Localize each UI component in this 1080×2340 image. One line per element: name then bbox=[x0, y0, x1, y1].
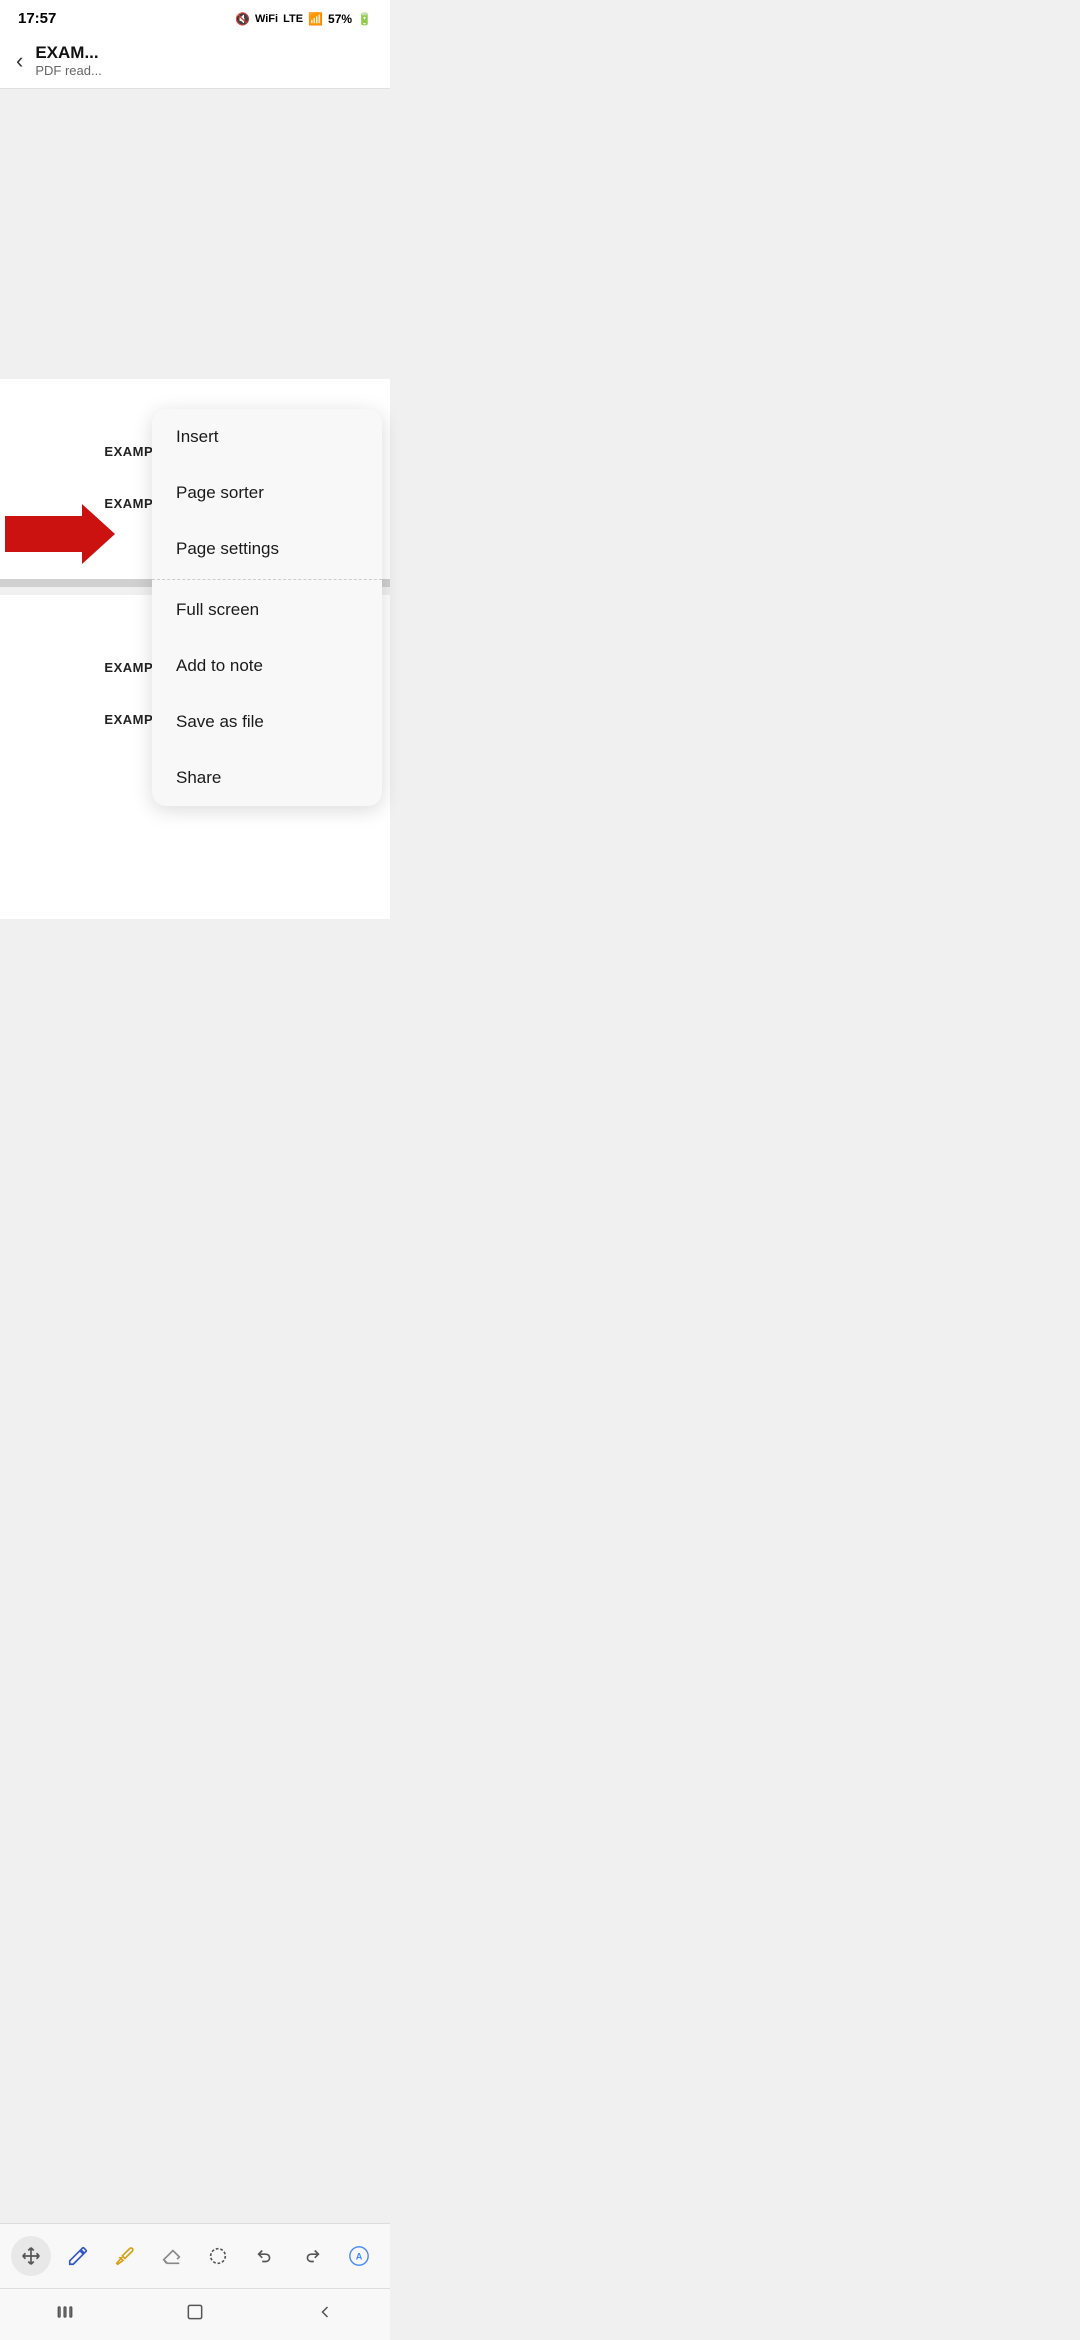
move-icon bbox=[20, 2245, 42, 2267]
move-button[interactable] bbox=[11, 2236, 51, 2276]
menu-divider bbox=[152, 579, 382, 580]
highlighter-icon bbox=[114, 2245, 136, 2267]
menu-item-insert[interactable]: Insert bbox=[152, 409, 382, 465]
menu-item-share[interactable]: Share bbox=[152, 750, 382, 806]
system-back-button[interactable] bbox=[307, 2294, 343, 2336]
battery-icon: 🔋 bbox=[357, 12, 372, 26]
document-area: Insert Page sorter Page settings Full sc… bbox=[0, 379, 390, 979]
battery-percent: 57% bbox=[328, 12, 352, 26]
document-title: EXAM... bbox=[35, 43, 101, 63]
pen-button[interactable] bbox=[58, 2236, 98, 2276]
text-button[interactable]: A bbox=[339, 2236, 379, 2276]
mute-icon: 🔇 bbox=[235, 12, 250, 26]
eraser-button[interactable] bbox=[152, 2236, 192, 2276]
lte-icon: LTE bbox=[283, 13, 303, 25]
lasso-icon bbox=[207, 2245, 229, 2267]
redo-button[interactable] bbox=[292, 2236, 332, 2276]
status-icons: 🔇 WiFi LTE 📶 57% 🔋 bbox=[235, 12, 372, 26]
highlighter-button[interactable] bbox=[105, 2236, 145, 2276]
wifi-icon: WiFi bbox=[255, 13, 278, 25]
menu-item-page-sorter[interactable]: Page sorter bbox=[152, 465, 382, 521]
context-menu: Insert Page sorter Page settings Full sc… bbox=[152, 409, 382, 806]
back-button[interactable]: ‹ bbox=[16, 48, 23, 74]
bottom-toolbar: A bbox=[0, 2223, 390, 2288]
eraser-icon bbox=[161, 2245, 183, 2267]
lasso-button[interactable] bbox=[198, 2236, 238, 2276]
app-header: ‹ EXAM... PDF read... bbox=[0, 33, 390, 89]
menu-item-save-as-file[interactable]: Save as file bbox=[152, 694, 382, 750]
menu-item-add-to-note[interactable]: Add to note bbox=[152, 638, 382, 694]
header-info: EXAM... PDF read... bbox=[35, 43, 101, 78]
recent-apps-button[interactable] bbox=[47, 2294, 83, 2336]
svg-text:A: A bbox=[355, 2252, 362, 2262]
menu-item-full-screen[interactable]: Full screen bbox=[152, 582, 382, 638]
menu-item-page-settings[interactable]: Page settings bbox=[152, 521, 382, 577]
text-icon: A bbox=[348, 2245, 370, 2267]
signal-icon: 📶 bbox=[308, 12, 323, 26]
system-back-icon bbox=[315, 2302, 335, 2322]
document-subtitle: PDF read... bbox=[35, 63, 101, 78]
status-time: 17:57 bbox=[18, 10, 56, 27]
home-icon bbox=[185, 2302, 205, 2322]
status-bar: 17:57 🔇 WiFi LTE 📶 57% 🔋 bbox=[0, 0, 390, 33]
undo-button[interactable] bbox=[245, 2236, 285, 2276]
home-button[interactable] bbox=[177, 2294, 213, 2336]
undo-icon bbox=[254, 2245, 276, 2267]
navigation-bar bbox=[0, 2288, 390, 2340]
redo-icon bbox=[301, 2245, 323, 2267]
recent-apps-icon bbox=[55, 2302, 75, 2322]
pen-icon bbox=[67, 2245, 89, 2267]
